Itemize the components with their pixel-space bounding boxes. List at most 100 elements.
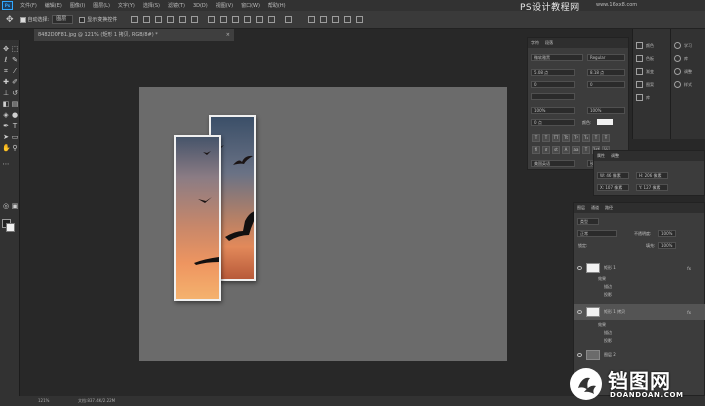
menu-filter[interactable]: 滤镜(T) <box>164 2 189 9</box>
swash-button[interactable]: A <box>562 146 570 154</box>
zoom-tool-icon[interactable]: ⚲ <box>11 144 19 152</box>
all-caps-button[interactable]: TT <box>552 134 560 142</box>
horizontal-scale-field[interactable]: 100% <box>587 107 625 114</box>
auto-select-checkbox[interactable] <box>19 16 26 23</box>
3d-mode-scale-icon[interactable] <box>356 16 364 23</box>
marquee-tool-icon[interactable]: ⬚ <box>11 45 19 53</box>
gradients-panel-button[interactable]: 渐变 <box>633 65 670 78</box>
move-tool-icon[interactable]: ✥ <box>2 45 10 53</box>
distribute-bottom-icon[interactable] <box>232 16 240 23</box>
screen-mode-icon[interactable]: ▣ <box>11 202 19 210</box>
type-tool-icon[interactable]: T <box>11 122 19 130</box>
quick-mask-icon[interactable]: ◎ <box>2 202 10 210</box>
underline-button[interactable]: T <box>592 134 600 142</box>
rectangle-tool-icon[interactable]: ▭ <box>11 133 19 141</box>
strikethrough-button[interactable]: Ŧ <box>602 134 610 142</box>
menu-image[interactable]: 图像(I) <box>66 2 89 9</box>
fi-ligature-button[interactable]: fi <box>532 146 540 154</box>
y-position-field[interactable]: Y: 127 像素 <box>636 184 668 191</box>
menu-edit[interactable]: 编辑(E) <box>41 2 66 9</box>
document-info[interactable]: 文档:837.4K/2.22M <box>78 396 115 406</box>
layer-name[interactable]: 矩形 1 <box>604 265 616 271</box>
close-tab-icon[interactable]: × <box>226 29 230 41</box>
swatches-panel-button[interactable]: 色板 <box>633 52 670 65</box>
3d-mode-rotate-icon[interactable] <box>308 16 316 23</box>
stroke-effect-row[interactable]: 描边 <box>604 330 612 336</box>
distribute-hcenter-icon[interactable] <box>256 16 264 23</box>
3d-mode-slide-icon[interactable] <box>344 16 352 23</box>
stroke-effect-row[interactable]: 描边 <box>604 284 612 290</box>
visibility-eye-icon[interactable] <box>577 353 582 357</box>
tab-channels[interactable]: 通道 <box>591 205 599 211</box>
align-bottom-icon[interactable] <box>155 16 163 23</box>
effects-row[interactable]: 效果 <box>598 322 606 328</box>
kerning-field[interactable]: 0 <box>531 81 575 88</box>
3d-mode-pan-icon[interactable] <box>332 16 340 23</box>
titling-button[interactable]: T <box>582 146 590 154</box>
tab-character[interactable]: 字符 <box>531 40 539 46</box>
pen-tool-icon[interactable]: ✒ <box>2 122 10 130</box>
tracking-field[interactable]: 0 <box>587 81 625 88</box>
menu-window[interactable]: 窗口(W) <box>237 2 264 9</box>
auto-select-option[interactable]: 自动选择: 图层 <box>19 15 74 24</box>
patterns-panel-button[interactable]: 图案 <box>633 78 670 91</box>
eyedropper-tool-icon[interactable]: ⁄ <box>11 67 19 75</box>
move-tool-icon[interactable]: ✥ <box>6 15 14 25</box>
align-top-icon[interactable] <box>131 16 139 23</box>
align-vcenter-icon[interactable] <box>143 16 151 23</box>
show-transform-checkbox[interactable] <box>79 16 86 23</box>
auto-align-icon[interactable] <box>285 16 293 23</box>
visibility-eye-icon[interactable] <box>577 266 582 270</box>
menu-file[interactable]: 文件(F) <box>16 2 41 9</box>
tab-adjustments[interactable]: 调整 <box>611 153 619 159</box>
tab-properties[interactable]: 属性 <box>597 153 605 159</box>
fill-field[interactable]: 100% <box>658 242 676 249</box>
clone-stamp-icon[interactable]: ⊥ <box>2 89 10 97</box>
history-brush-icon[interactable]: ↺ <box>11 89 19 97</box>
adjustments-panel-button[interactable]: 调整 <box>671 65 705 78</box>
library-panel-button[interactable]: 库 <box>671 52 705 65</box>
menu-3d[interactable]: 3D(D) <box>189 3 212 9</box>
show-transform-option[interactable]: 显示变换控件 <box>79 16 117 23</box>
tab-paragraph[interactable]: 段落 <box>545 40 553 46</box>
healing-brush-icon[interactable]: ✚ <box>2 78 10 86</box>
layer-name[interactable]: 矩形 1 拷贝 <box>604 309 625 315</box>
path-select-icon[interactable]: ➤ <box>2 133 10 141</box>
tsume-field[interactable] <box>531 93 575 100</box>
zoom-level[interactable]: 121% <box>38 396 49 406</box>
layer-fx-badge[interactable]: fx <box>687 310 691 315</box>
language-select[interactable]: 美国英语 <box>531 160 575 167</box>
ornament-button[interactable]: σ <box>542 146 550 154</box>
blend-mode-select[interactable]: 正常 <box>577 230 617 237</box>
layer-kind-filter[interactable]: 类型 <box>577 218 599 225</box>
distribute-left-icon[interactable] <box>244 16 252 23</box>
menu-view[interactable]: 视图(V) <box>212 2 237 9</box>
3d-mode-roll-icon[interactable] <box>320 16 328 23</box>
align-left-icon[interactable] <box>167 16 175 23</box>
align-hcenter-icon[interactable] <box>179 16 187 23</box>
effects-row[interactable]: 效果 <box>598 276 606 282</box>
opacity-field[interactable]: 100% <box>658 230 676 237</box>
layer-row-selected[interactable]: 矩形 1 拷贝 fx <box>574 304 705 320</box>
drop-shadow-effect-row[interactable]: 投影 <box>604 292 612 298</box>
gradient-tool-icon[interactable]: ▤ <box>11 100 19 108</box>
width-field[interactable]: W: 46 像素 <box>597 172 629 179</box>
photo-strip-front[interactable] <box>174 135 221 301</box>
dodge-tool-icon[interactable]: ● <box>11 111 19 119</box>
faux-italic-button[interactable]: T <box>542 134 550 142</box>
document-tab[interactable]: 8482D0F81.jpg @ 121% (矩形 1 拷贝, RGB/8#) *… <box>34 29 234 41</box>
tab-layers[interactable]: 图层 <box>577 205 585 211</box>
hand-tool-icon[interactable]: ✋ <box>2 144 11 152</box>
layer-row[interactable]: 图层 2 <box>574 348 705 362</box>
leading-field[interactable]: 8.18 点 <box>587 69 625 76</box>
font-size-field[interactable]: 5.08 点 <box>531 69 575 76</box>
menu-select[interactable]: 选择(S) <box>139 2 164 9</box>
drop-shadow-effect-row[interactable]: 投影 <box>604 338 612 344</box>
baseline-shift-field[interactable]: 0 点 <box>531 119 575 126</box>
tab-paths[interactable]: 路径 <box>605 205 613 211</box>
styles-panel-button[interactable]: 样式 <box>671 78 705 91</box>
distribute-vcenter-icon[interactable] <box>220 16 228 23</box>
visibility-eye-icon[interactable] <box>577 310 582 314</box>
faux-bold-button[interactable]: T <box>532 134 540 142</box>
layer-row[interactable]: 矩形 1 fx <box>574 261 705 275</box>
